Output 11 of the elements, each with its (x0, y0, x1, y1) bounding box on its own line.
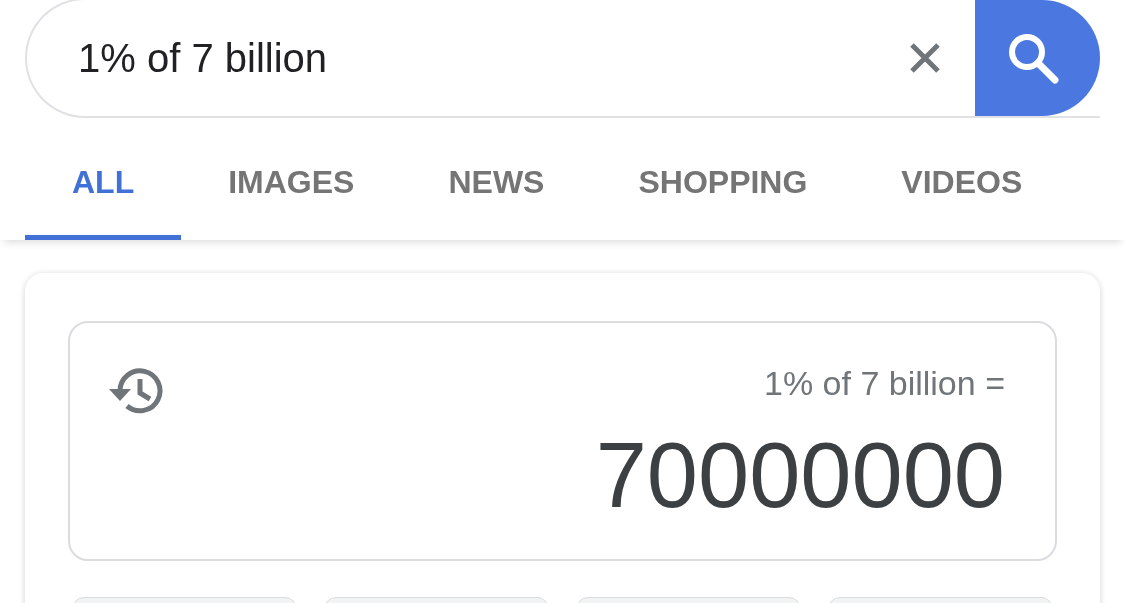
tab[interactable]: ALL (25, 118, 182, 240)
close-icon (908, 41, 942, 75)
search-field[interactable]: 1% of 7 billion (25, 0, 1100, 118)
tab[interactable]: IMAGES (181, 118, 402, 240)
search-button[interactable] (975, 0, 1100, 116)
search-input[interactable]: 1% of 7 billion (27, 0, 875, 116)
calculator-expression: 1% of 7 billion = (764, 363, 1005, 404)
calculator-result: 70000000 (595, 423, 1005, 528)
tab[interactable]: NEWS (401, 118, 592, 240)
tab[interactable]: SHOPPING (591, 118, 855, 240)
tab[interactable]: VIDEOS (854, 118, 1070, 240)
